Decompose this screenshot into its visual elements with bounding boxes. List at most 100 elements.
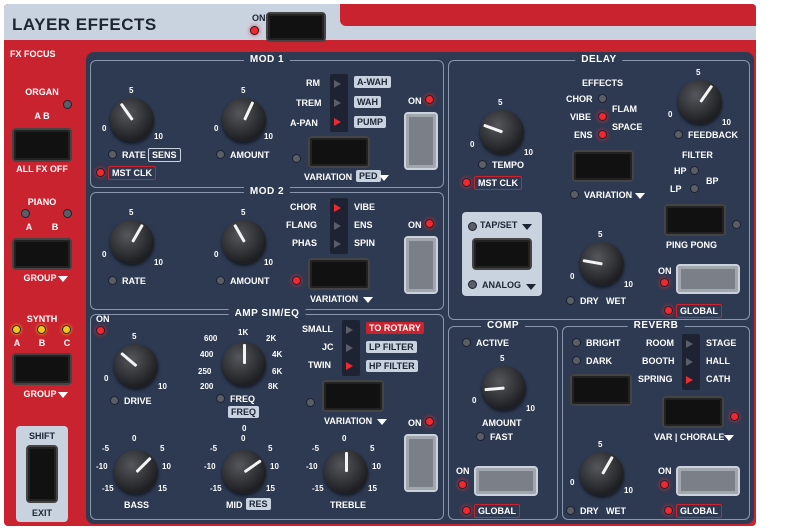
amp-type-selector-leds [342,320,360,376]
amp-twin-label: TWIN [308,360,331,370]
delay-tempo-label: TEMPO [492,160,525,170]
synth-b-label: B [38,338,46,348]
reverb-variation-button[interactable] [662,396,724,428]
freq-knob[interactable] [222,342,266,386]
mod2-rate-label: RATE [122,276,146,286]
mod2-type-selector-leds [330,198,348,254]
mod2-amount-min: 0 [214,250,219,259]
delay-variation-label: VARIATION [584,190,633,200]
reverb-dark-led [572,356,581,365]
mod1-on-led [425,95,434,104]
reverb-dry-wet-knob[interactable] [580,452,624,496]
mid-m5: -5 [210,444,218,453]
treble-m15: -15 [312,484,324,493]
tempo-min: 0 [470,140,475,149]
comp-on-switch[interactable] [474,466,538,496]
mod1-on-label: ON [408,96,422,106]
comp-amount-knob[interactable] [482,366,526,410]
delay-wet-label: WET [606,296,626,306]
synth-fx-button[interactable] [12,353,72,385]
delay-global-led [664,306,673,315]
mid-m15: -15 [210,484,222,493]
piano-b-led [63,209,72,218]
tap-set-button[interactable] [472,238,532,270]
effects-main-area: MOD 1 0 10 5 0 10 5 RATE SENS MST CLK AM… [86,52,754,524]
reverb-bright-led [572,338,581,347]
mod1-amount-knob[interactable] [222,98,266,142]
piano-group-label: GROUP [23,273,57,283]
shift-button[interactable] [26,445,58,503]
piano-fx-button[interactable] [12,238,72,270]
amp-on-switch[interactable] [404,434,438,492]
reverb-bright-label: BRIGHT [586,338,621,348]
organ-label: ORGAN [25,87,59,97]
amp-switch-led [425,417,434,426]
amp-to-rotary-tag: TO ROTARY [366,322,424,334]
delay-feedback-knob[interactable] [678,80,722,124]
layer-effects-on-button[interactable] [266,12,326,42]
comp-active-led [462,338,471,347]
mod2-rate-knob[interactable] [110,220,154,264]
delay-drywet-max: 10 [624,280,633,289]
delay-chor-led [598,94,607,103]
drive-max: 10 [158,382,167,391]
amp-on-switch-label: ON [408,418,422,428]
analog-down-icon [526,284,536,290]
bass-p10: 10 [162,462,171,471]
mid-label: MID [226,500,243,510]
freq-1k: 1K [238,328,249,337]
treble-zero: 0 [342,434,347,443]
organ-fx-button[interactable] [12,128,72,162]
mod1-rate-knob[interactable] [110,98,154,142]
feedback-max: 10 [722,118,731,127]
mid-p10: 10 [270,462,279,471]
delay-tempo-knob[interactable] [480,110,524,154]
delay-variation-button[interactable] [572,150,634,182]
reverb-title: REVERB [627,320,685,331]
reverb-on-switch[interactable] [676,466,740,496]
mod1-rate-mid: 5 [129,86,134,95]
delay-dry-wet-knob[interactable] [580,242,624,286]
treble-p5: 5 [370,444,375,453]
mod1-amount-max: 10 [264,132,273,141]
feedback-mid: 5 [696,68,701,77]
reverb-hall-label: HALL [706,356,730,366]
delay-on-switch[interactable] [676,264,740,294]
delay-filter-button[interactable] [664,204,726,236]
mid-zero: 0 [241,434,246,443]
layer-effects-panel: LAYER EFFECTS ON FX FOCUS ORGAN A B ALL … [4,4,756,526]
mod2-variation-button[interactable] [308,258,370,290]
header-bar: LAYER EFFECTS ON [4,4,756,42]
analog-label: ANALOG [482,280,521,290]
comp-global-led [462,506,471,515]
reverb-drywet-mid: 5 [598,440,603,449]
treble-p10: 10 [372,462,381,471]
delay-mst-clk-tag: MST CLK [474,176,522,190]
mod2-amount-knob[interactable] [222,220,266,264]
delay-lp-label: LP [670,184,682,194]
mod1-on-switch[interactable] [404,112,438,170]
mod1-mst-clk-led [96,168,105,177]
drive-mid: 5 [132,332,137,341]
treble-knob[interactable] [324,450,368,494]
mod2-on-switch[interactable] [404,236,438,294]
reverb-global-tag: GLOBAL [676,504,722,518]
bass-p5: 5 [160,444,165,453]
delay-global-tag: GLOBAL [676,304,722,318]
mod2-on-led [425,219,434,228]
mod1-rate-min: 0 [102,124,107,133]
tempo-max: 10 [524,148,533,157]
reverb-dry-wet-led [566,506,575,515]
reverb-tone-button[interactable] [570,374,632,406]
amp-variation-button[interactable] [322,380,384,412]
mod1-variation-button[interactable] [308,136,370,168]
mid-knob[interactable] [222,450,266,494]
amp-hp-filter-tag: HP FILTER [366,360,418,372]
mod1-title: MOD 1 [243,54,291,65]
piano-a-led [21,209,30,218]
drive-knob[interactable] [114,344,158,388]
mod1-variation-label: VARIATION [304,172,353,182]
reverb-wet-label: WET [606,506,626,516]
reverb-spring-label: SPRING [638,374,673,384]
bass-knob[interactable] [114,450,158,494]
